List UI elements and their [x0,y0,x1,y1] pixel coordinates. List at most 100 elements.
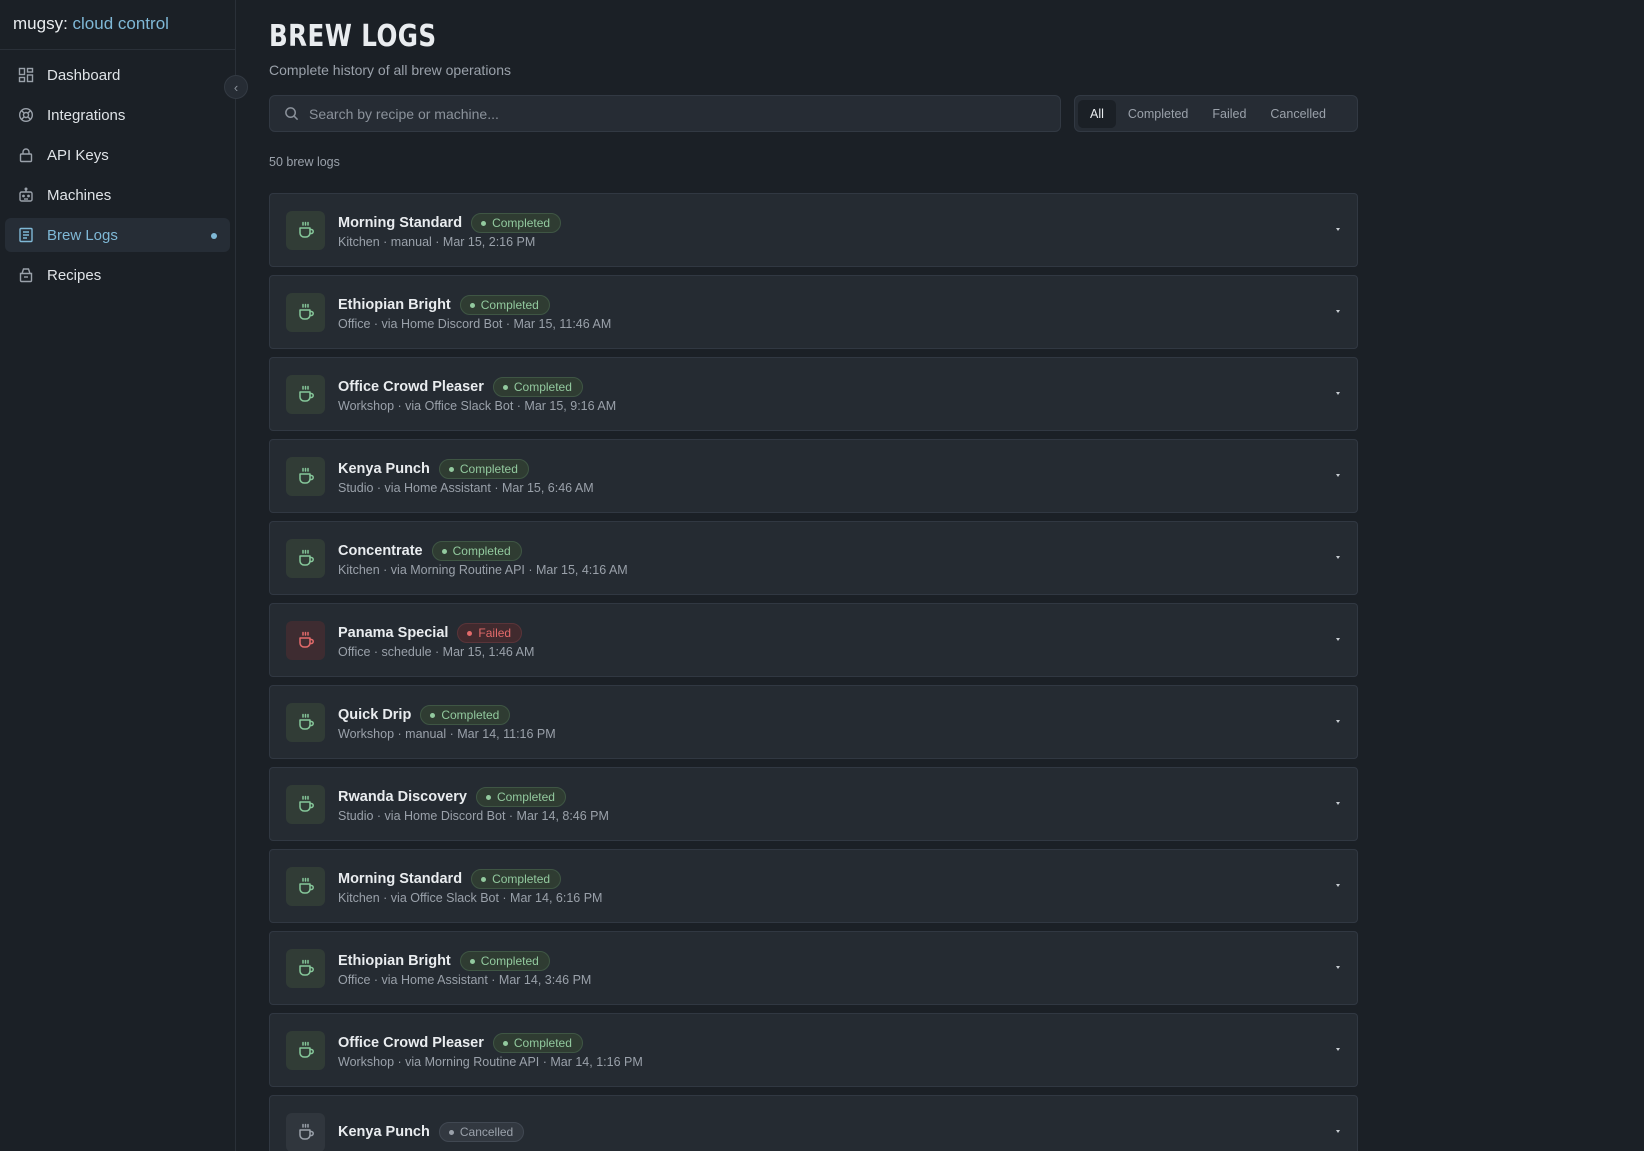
sidebar-item-label: Dashboard [47,66,121,84]
expand-chevron-icon[interactable] [1336,720,1340,723]
coffee-cup-icon [286,374,325,414]
coffee-cup-icon [286,866,325,906]
recipe-name: Office Crowd Pleaser [338,1034,484,1051]
brew-log-row[interactable]: Panama Special Failed Office · schedule … [269,603,1358,677]
sidebar-item-machines[interactable]: Machines [5,178,230,212]
brew-log-row[interactable]: Kenya Punch Completed Studio · via Home … [269,439,1358,513]
brew-log-row[interactable]: Office Crowd Pleaser Completed Workshop … [269,357,1358,431]
status-badge: Completed [475,786,566,807]
sidebar-nav: Dashboard Integrations API Keys Machines [0,50,235,306]
log-info: Rwanda Discovery Completed Studio · via … [338,786,609,823]
expand-chevron-icon[interactable] [1336,228,1340,231]
expand-chevron-icon[interactable] [1336,556,1340,559]
dashboard-icon [17,66,35,84]
log-icon [17,226,35,244]
brew-log-row[interactable]: Ethiopian Bright Completed Office · via … [269,275,1358,349]
brew-log-row[interactable]: Concentrate Completed Kitchen · via Morn… [269,521,1358,595]
log-meta: Studio · via Home Discord Bot · Mar 14, … [338,808,609,823]
brew-log-list: Morning Standard Completed Kitchen · man… [269,193,1358,1151]
expand-chevron-icon[interactable] [1336,802,1340,805]
expand-chevron-icon[interactable] [1336,638,1340,641]
brand-prefix: mugsy: [13,14,68,33]
recipe-name: Morning Standard [338,870,463,887]
sidebar-item-integrations[interactable]: Integrations [5,98,230,132]
log-info: Morning Standard Completed Kitchen · via… [338,868,602,905]
lock-icon [17,146,35,164]
sidebar-item-brew-logs[interactable]: Brew Logs [5,218,230,252]
expand-chevron-icon[interactable] [1336,392,1340,395]
log-info: Morning Standard Completed Kitchen · man… [338,212,562,249]
brew-log-row[interactable]: Ethiopian Bright Completed Office · via … [269,931,1358,1005]
brand-logo[interactable]: mugsy: cloud control [0,0,235,50]
sidebar-item-label: Brew Logs [47,226,118,244]
recipe-name: Kenya Punch [338,1123,430,1140]
log-header: Ethiopian Bright Completed [338,950,591,972]
log-header: Ethiopian Bright Completed [338,294,611,316]
log-meta: Workshop · via Morning Routine API · Mar… [338,1054,643,1069]
status-badge: Completed [459,294,550,315]
recipe-name: Concentrate [338,542,423,559]
coffee-cup-icon [286,948,325,988]
active-indicator [211,233,217,239]
collapse-sidebar-button[interactable]: ‹ [224,75,248,99]
log-meta: Workshop · via Office Slack Bot · Mar 15… [338,398,617,413]
brew-log-row[interactable]: Office Crowd Pleaser Completed Workshop … [269,1013,1358,1087]
coffee-cup-icon [286,210,325,250]
status-badge: Completed [492,1032,583,1053]
expand-chevron-icon[interactable] [1336,474,1340,477]
brew-log-row[interactable]: Morning Standard Completed Kitchen · via… [269,849,1358,923]
expand-chevron-icon[interactable] [1336,966,1340,969]
filter-cancelled[interactable]: Cancelled [1258,100,1338,128]
log-meta: Kitchen · via Morning Routine API · Mar … [338,562,628,577]
log-meta: Studio · via Home Assistant · Mar 15, 6:… [338,480,594,495]
log-header: Morning Standard Completed [338,212,562,234]
recipe-name: Ethiopian Bright [338,296,451,313]
brand-accent: cloud control [72,14,169,33]
log-header: Kenya Punch Completed [338,458,594,480]
recipe-name: Ethiopian Bright [338,952,451,969]
log-header: Quick Drip Completed [338,704,556,726]
status-filter: All Completed Failed Cancelled [1074,95,1358,132]
log-info: Quick Drip Completed Workshop · manual ·… [338,704,556,741]
log-info: Panama Special Failed Office · schedule … [338,622,534,659]
sidebar-item-recipes[interactable]: Recipes [5,258,230,292]
status-badge: Completed [492,376,583,397]
recipe-name: Morning Standard [338,214,463,231]
brew-log-row[interactable]: Rwanda Discovery Completed Studio · via … [269,767,1358,841]
log-meta: Kitchen · manual · Mar 15, 2:16 PM [338,234,536,249]
search-input[interactable] [309,105,1046,122]
sidebar-item-label: Recipes [47,266,102,284]
expand-chevron-icon[interactable] [1336,1048,1340,1051]
status-badge: Cancelled [438,1121,525,1142]
main-content: BREW LOGS Complete history of all brew o… [236,0,1644,1151]
recipe-name: Office Crowd Pleaser [338,378,484,395]
brew-log-row[interactable]: Morning Standard Completed Kitchen · man… [269,193,1358,267]
sidebar-item-dashboard[interactable]: Dashboard [5,58,230,92]
filter-failed[interactable]: Failed [1200,100,1258,128]
filter-completed[interactable]: Completed [1116,100,1200,128]
log-meta: Kitchen · via Office Slack Bot · Mar 14,… [338,890,603,905]
sidebar-item-label: API Keys [47,146,109,164]
status-badge: Completed [459,950,550,971]
log-header: Rwanda Discovery Completed [338,786,609,808]
log-count: 50 brew logs [269,155,340,169]
filter-all[interactable]: All [1078,99,1116,128]
toolbar: All Completed Failed Cancelled [269,95,1358,132]
expand-chevron-icon[interactable] [1336,884,1340,887]
chevron-left-icon: ‹ [233,79,239,95]
expand-chevron-icon[interactable] [1336,310,1340,313]
coffee-cup-icon [286,456,325,496]
log-info: Office Crowd Pleaser Completed Workshop … [338,1032,643,1069]
log-info: Concentrate Completed Kitchen · via Morn… [338,540,628,577]
log-meta: Office · via Home Assistant · Mar 14, 3:… [338,972,592,987]
log-header: Office Crowd Pleaser Completed [338,1032,643,1054]
log-meta: Office · via Home Discord Bot · Mar 15, … [338,316,612,331]
brew-log-row[interactable]: Kenya Punch Cancelled [269,1095,1358,1151]
expand-chevron-icon[interactable] [1336,1130,1340,1133]
log-header: Office Crowd Pleaser Completed [338,376,616,398]
sidebar-item-api-keys[interactable]: API Keys [5,138,230,172]
status-badge: Completed [471,212,562,233]
status-badge: Completed [438,458,529,479]
recipe-name: Panama Special [338,624,449,641]
brew-log-row[interactable]: Quick Drip Completed Workshop · manual ·… [269,685,1358,759]
